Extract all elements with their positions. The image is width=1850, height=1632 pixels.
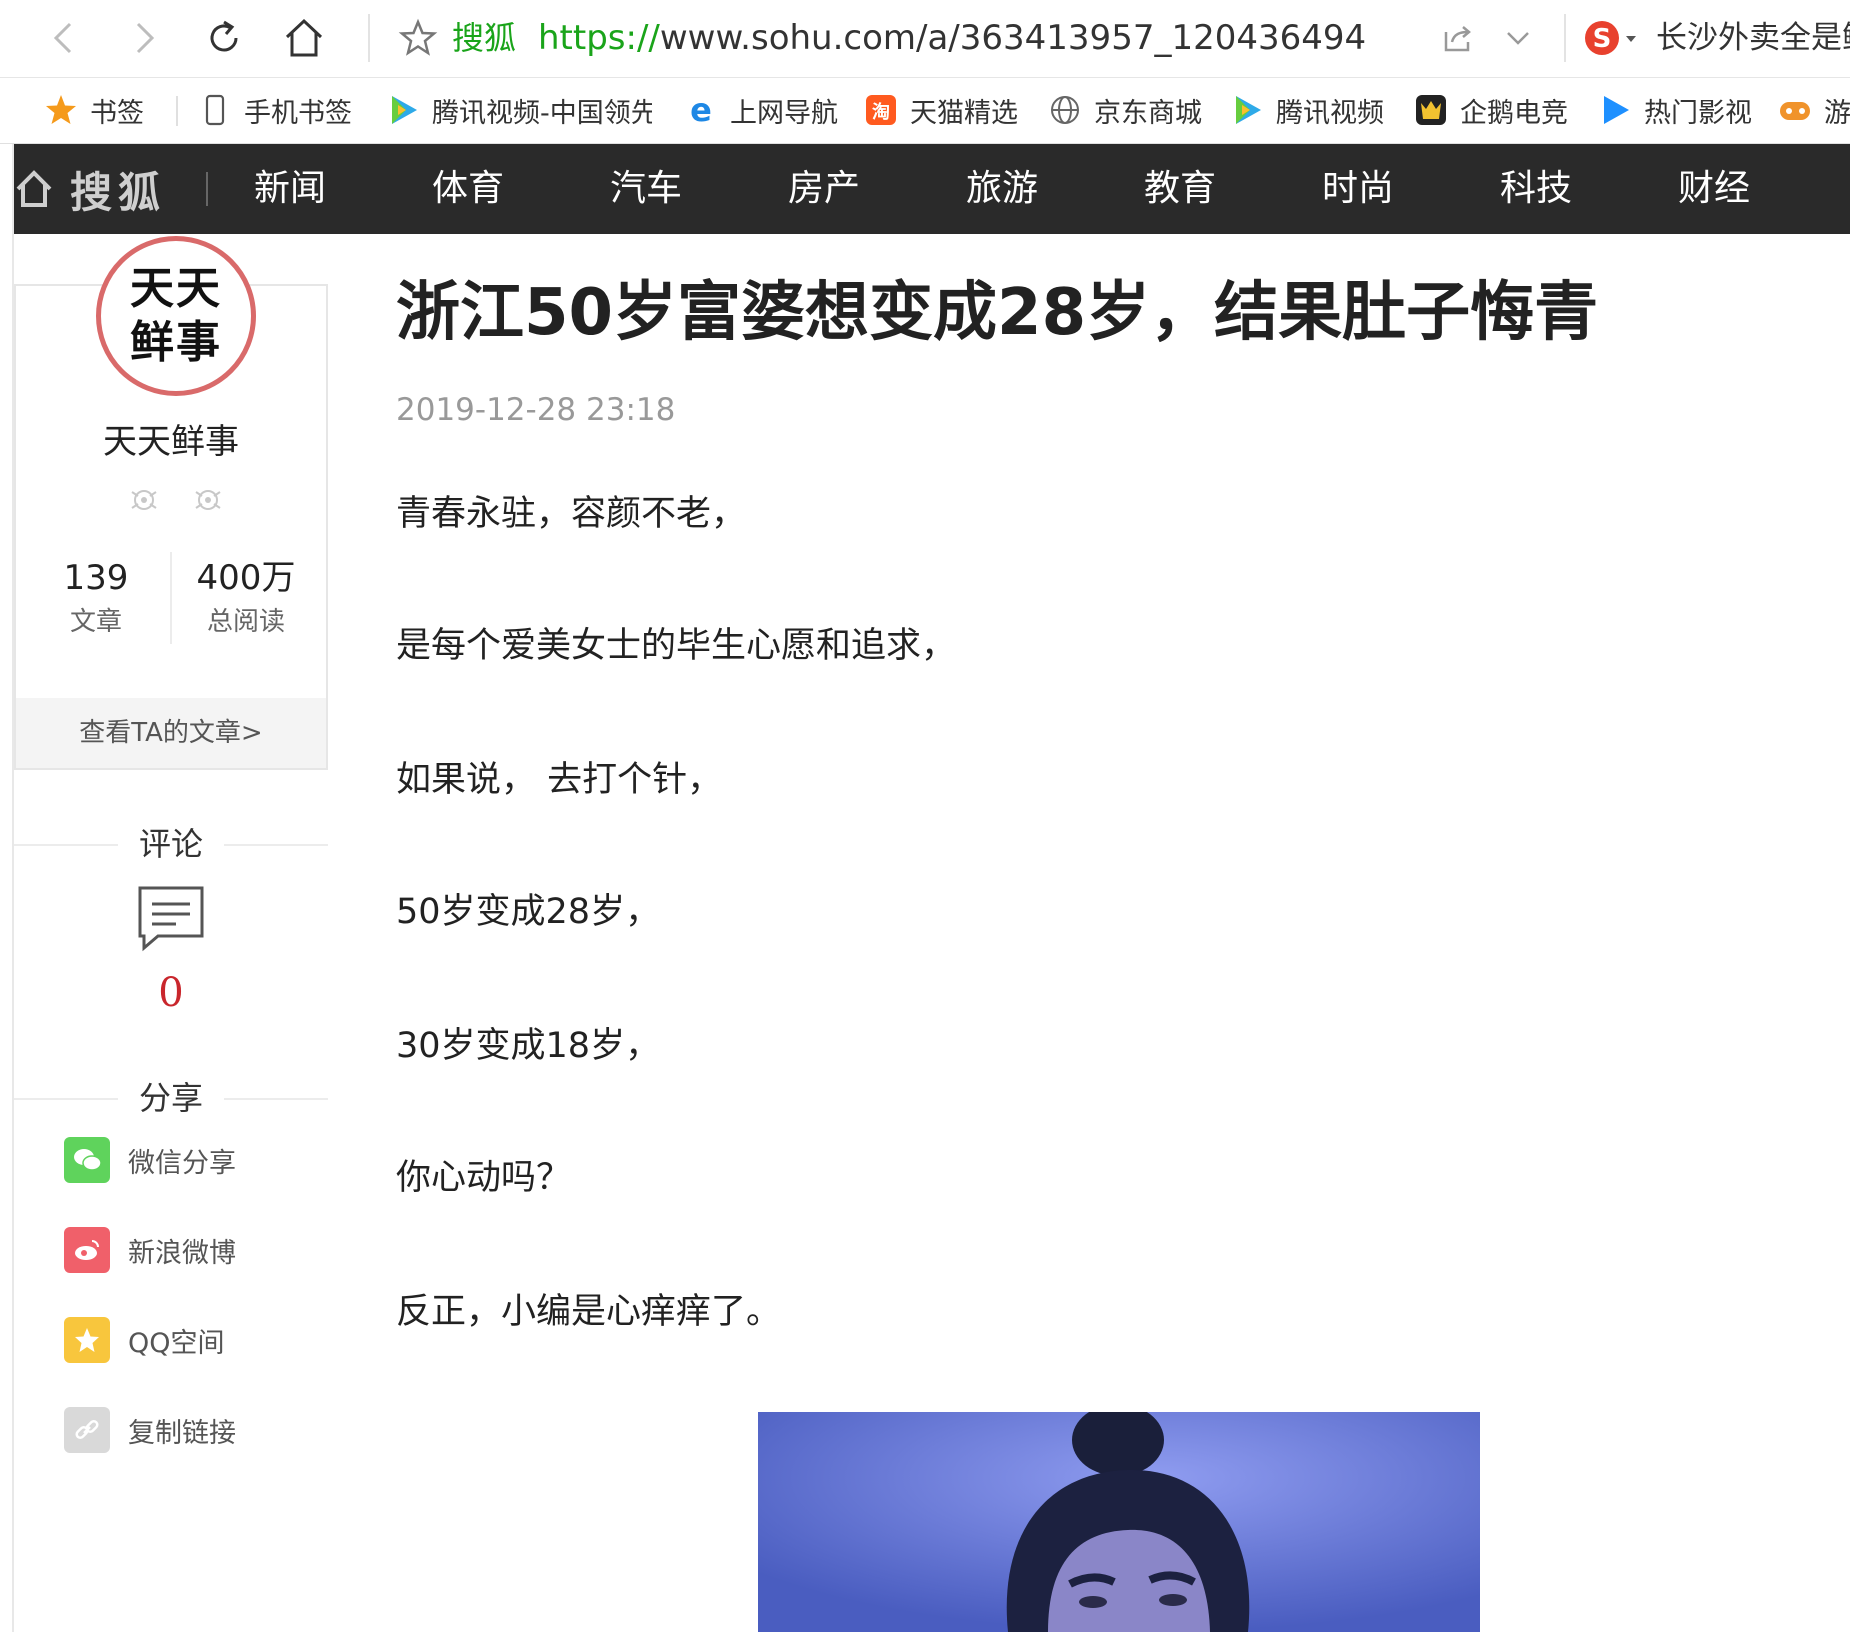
chevron-down-icon [1507, 32, 1529, 45]
bookmark-item[interactable]: 腾讯视频 [1230, 90, 1384, 130]
nav-tech[interactable]: 科技 [1500, 164, 1572, 214]
search-engine-button[interactable]: S [1576, 12, 1646, 64]
bookmark-item[interactable]: 淘 天猫精选 [864, 90, 1018, 130]
bookmark-item[interactable]: 京东商城 [1048, 90, 1202, 130]
forward-arrow-icon [136, 22, 155, 54]
star-icon [44, 93, 78, 127]
nav-finance[interactable]: 财经 [1678, 164, 1750, 214]
share-icon [1444, 26, 1471, 52]
nav-house[interactable]: 房产 [788, 164, 860, 214]
star-outline-icon [398, 18, 438, 56]
share-qzone[interactable]: QQ空间 [64, 1316, 225, 1364]
badge-icon [195, 490, 221, 510]
article-paragraph: 如果说， 去打个针， [396, 760, 723, 800]
nav-sports[interactable]: 体育 [432, 164, 504, 214]
site-name: 搜狐 [452, 19, 517, 57]
author-badges [126, 482, 226, 518]
svg-text:淘: 淘 [872, 101, 890, 123]
nav-education[interactable]: 教育 [1144, 164, 1216, 214]
share-heading: 分享 [14, 1078, 328, 1118]
svg-text:S: S [1593, 24, 1612, 54]
article-image [758, 1412, 1480, 1632]
comments-heading: 评论 [14, 824, 328, 864]
articles-label: 文章 [69, 607, 122, 637]
browser-address-bar: 搜狐 https://www.sohu.com/a/363413957_1204… [0, 0, 1850, 78]
bookmark-star-button[interactable] [392, 12, 444, 64]
article-paragraph: 青春永驻，容颜不老， [396, 494, 747, 534]
gamepad-icon [1778, 93, 1812, 127]
share-weibo[interactable]: 新浪微博 [64, 1226, 236, 1274]
reads-label: 总阅读 [206, 607, 285, 637]
articles-count: 139 [63, 558, 129, 598]
bookmark-item[interactable]: 游 [1778, 90, 1850, 130]
bookmark-item[interactable]: 企鹅电竞 [1414, 90, 1568, 130]
article-paragraph: 你心动吗？ [396, 1158, 572, 1198]
article-date: 2019-12-28 23:18 [396, 392, 676, 428]
article-photo-graphic [758, 1412, 1480, 1632]
url-field[interactable]: https://www.sohu.com/a/363413957_1204364… [538, 16, 1366, 60]
nav-news[interactable]: 新闻 [254, 164, 326, 214]
bookmark-item[interactable]: 腾讯视频-中国领先 [386, 90, 652, 130]
badge-icon [131, 490, 157, 510]
link-icon [64, 1407, 110, 1453]
home-icon [285, 18, 323, 57]
back-arrow-icon [53, 22, 72, 54]
reload-icon [210, 20, 238, 52]
reads-stat: 400万 总阅读 [184, 556, 308, 640]
articles-stat: 139 文章 [44, 556, 148, 640]
reload-button[interactable] [198, 12, 250, 64]
article-paragraph: 是每个爱美女士的毕生心愿和追求， [396, 626, 957, 666]
tmall-icon: 淘 [864, 93, 898, 127]
bookmark-item[interactable]: 手机书签 [198, 90, 352, 130]
sohu-logo[interactable]: 搜狐 [14, 162, 166, 217]
article-title: 浙江50岁富婆想变成28岁，结果肚子悔青 [396, 276, 1599, 350]
nav-travel[interactable]: 旅游 [966, 164, 1038, 214]
bookmark-item[interactable]: 书签 [44, 90, 144, 130]
ie-icon: e [684, 93, 718, 127]
bookmark-item[interactable]: 热门影视 [1598, 90, 1752, 130]
forward-button[interactable] [118, 12, 170, 64]
wechat-icon [64, 1137, 110, 1183]
comment-button[interactable] [136, 884, 206, 958]
url-scheme: https:// [538, 18, 660, 58]
tencent-video-icon [1230, 93, 1264, 127]
search-input[interactable]: 长沙外卖全是鲜 [1656, 16, 1850, 60]
comment-icon [138, 886, 204, 952]
share-page-button[interactable] [1432, 12, 1484, 64]
play-icon [1598, 93, 1632, 127]
home-icon [16, 170, 52, 207]
nav-auto[interactable]: 汽车 [610, 164, 682, 214]
globe-icon [1048, 93, 1082, 127]
url-path: www.sohu.com/a/363413957_120436494 [659, 18, 1367, 58]
site-nav-bar: 搜狐 新闻 体育 汽车 房产 旅游 教育 时尚 科技 财经 [14, 144, 1850, 234]
article-paragraph: 30岁变成18岁， [396, 1026, 661, 1066]
reads-count: 400万 [196, 558, 296, 598]
article-paragraph: 50岁变成28岁， [396, 892, 661, 932]
view-articles-link[interactable]: 查看TA的文章> [16, 698, 326, 768]
dropdown-button[interactable] [1492, 12, 1544, 64]
bookmark-item[interactable]: e 上网导航 [684, 90, 838, 130]
article-paragraph: 反正，小编是心痒痒了。 [396, 1292, 782, 1332]
bookmark-bar: 书签 手机书签 腾讯视频-中国领先 e 上网导航 淘 天猫精选 京东商城 腾讯视… [0, 78, 1850, 144]
tencent-video-icon [386, 93, 420, 127]
qzone-icon [64, 1317, 110, 1363]
penguin-esports-icon [1414, 93, 1448, 127]
avatar[interactable]: 天天 鲜事 [96, 236, 256, 396]
nav-fashion[interactable]: 时尚 [1322, 164, 1394, 214]
back-button[interactable] [38, 12, 90, 64]
phone-icon [198, 93, 232, 127]
comment-count[interactable]: 0 [14, 970, 328, 1016]
svg-text:e: e [690, 93, 712, 127]
author-name[interactable]: 天天鲜事 [14, 414, 328, 463]
weibo-icon [64, 1227, 110, 1273]
share-copy-link[interactable]: 复制链接 [64, 1406, 236, 1454]
sogou-logo-icon: S [1585, 21, 1636, 55]
home-button[interactable] [278, 12, 330, 64]
share-wechat[interactable]: 微信分享 [64, 1136, 236, 1184]
